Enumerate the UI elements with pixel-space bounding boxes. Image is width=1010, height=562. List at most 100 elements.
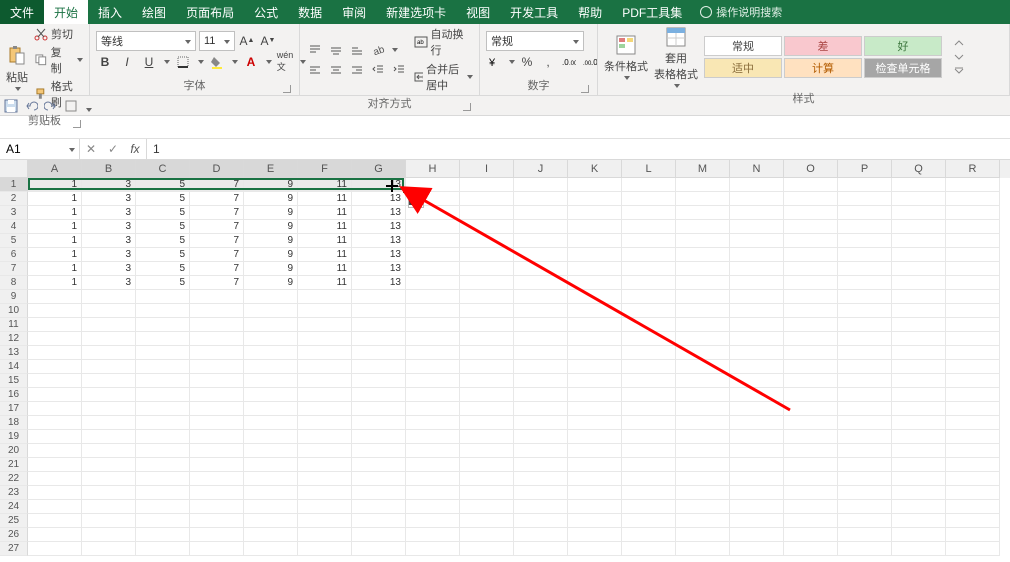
cell[interactable] (946, 262, 1000, 276)
cell[interactable] (298, 304, 352, 318)
cell[interactable] (190, 514, 244, 528)
cell[interactable] (622, 458, 676, 472)
cell[interactable] (28, 514, 82, 528)
cell[interactable] (298, 542, 352, 556)
cell[interactable] (676, 248, 730, 262)
undo-button[interactable] (24, 99, 38, 113)
cell[interactable] (406, 346, 460, 360)
cell[interactable] (892, 542, 946, 556)
cell[interactable] (730, 318, 784, 332)
cell[interactable] (946, 500, 1000, 514)
cell[interactable] (892, 276, 946, 290)
cell[interactable] (892, 206, 946, 220)
cell[interactable] (514, 458, 568, 472)
cell[interactable] (82, 332, 136, 346)
cell[interactable] (460, 248, 514, 262)
cell[interactable] (784, 276, 838, 290)
number-format-combo[interactable]: 常规 (486, 31, 584, 51)
cell[interactable] (838, 206, 892, 220)
cell[interactable] (568, 332, 622, 346)
cell[interactable]: 13 (352, 220, 406, 234)
cell[interactable] (82, 290, 136, 304)
cell[interactable] (784, 416, 838, 430)
cell[interactable] (460, 472, 514, 486)
align-right-button[interactable] (348, 61, 366, 79)
cell[interactable] (676, 458, 730, 472)
cell[interactable] (136, 304, 190, 318)
cell[interactable] (676, 234, 730, 248)
row-header[interactable]: 11 (0, 318, 28, 332)
cell[interactable] (514, 346, 568, 360)
table-format-button[interactable]: 套用 表格格式 (654, 26, 698, 88)
cell[interactable] (730, 360, 784, 374)
cell[interactable] (244, 402, 298, 416)
cell[interactable] (622, 192, 676, 206)
cell[interactable] (82, 430, 136, 444)
cell[interactable] (784, 542, 838, 556)
cell[interactable] (838, 178, 892, 192)
tell-me-search[interactable]: 操作说明搜索 (692, 0, 790, 24)
cell[interactable] (622, 486, 676, 500)
cell[interactable] (784, 220, 838, 234)
cell[interactable] (514, 528, 568, 542)
cell[interactable] (190, 402, 244, 416)
cell[interactable]: 3 (82, 206, 136, 220)
cell[interactable]: 7 (190, 192, 244, 206)
cell[interactable] (352, 500, 406, 514)
cell[interactable] (568, 262, 622, 276)
cell[interactable] (82, 346, 136, 360)
cell[interactable] (82, 360, 136, 374)
cell[interactable] (730, 276, 784, 290)
cell[interactable] (82, 486, 136, 500)
cell[interactable] (784, 178, 838, 192)
cell[interactable]: 7 (190, 178, 244, 192)
cell[interactable] (136, 444, 190, 458)
cell[interactable] (82, 528, 136, 542)
align-left-button[interactable] (306, 61, 324, 79)
cell[interactable]: 9 (244, 206, 298, 220)
cell[interactable] (244, 514, 298, 528)
cell[interactable] (622, 262, 676, 276)
cell[interactable] (622, 304, 676, 318)
cell[interactable] (784, 374, 838, 388)
cell[interactable] (730, 234, 784, 248)
cell[interactable] (838, 318, 892, 332)
cell[interactable] (514, 430, 568, 444)
cell[interactable] (406, 402, 460, 416)
column-header-H[interactable]: H (406, 160, 460, 178)
cell[interactable] (190, 542, 244, 556)
cell[interactable] (730, 332, 784, 346)
row-header[interactable]: 5 (0, 234, 28, 248)
cell[interactable] (28, 458, 82, 472)
cell[interactable] (298, 444, 352, 458)
decrease-font-button[interactable]: A▼ (259, 32, 277, 50)
cell[interactable] (460, 318, 514, 332)
cell[interactable]: 7 (190, 206, 244, 220)
cell[interactable]: 9 (244, 192, 298, 206)
cell[interactable] (406, 234, 460, 248)
cell[interactable] (622, 360, 676, 374)
cell[interactable] (622, 374, 676, 388)
cell[interactable]: 5 (136, 262, 190, 276)
cell[interactable] (406, 388, 460, 402)
cell[interactable] (892, 486, 946, 500)
cell[interactable] (730, 374, 784, 388)
cell[interactable] (514, 388, 568, 402)
cell[interactable] (730, 402, 784, 416)
cell[interactable] (298, 458, 352, 472)
tab-home[interactable]: 开始 (44, 0, 88, 24)
dialog-launcher-icon[interactable] (463, 103, 471, 111)
cell[interactable]: 5 (136, 234, 190, 248)
cell[interactable] (460, 388, 514, 402)
cell[interactable] (622, 318, 676, 332)
cell[interactable] (244, 542, 298, 556)
cell[interactable] (190, 388, 244, 402)
cell[interactable] (352, 304, 406, 318)
column-header-M[interactable]: M (676, 160, 730, 178)
cell[interactable] (676, 290, 730, 304)
cell[interactable] (298, 374, 352, 388)
cell[interactable] (892, 318, 946, 332)
cell[interactable] (568, 402, 622, 416)
cell[interactable] (298, 430, 352, 444)
cell[interactable] (406, 528, 460, 542)
